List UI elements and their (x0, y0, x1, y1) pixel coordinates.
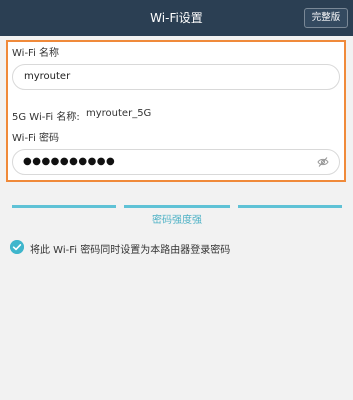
wifi-name-field[interactable]: myrouter (12, 64, 340, 90)
wifi5g-label: 5G Wi-Fi 名称: (12, 112, 80, 123)
password-strength-label: 密码强度强 (152, 215, 202, 226)
wifi-password-value: ●●●●●●●●●● (23, 156, 116, 167)
wifi-settings-form: Wi-Fi 名称 myrouter 5G Wi-Fi 名称: myrouter_… (6, 40, 346, 182)
strength-segment-3 (238, 205, 342, 208)
strength-segment-2 (124, 205, 230, 208)
wifi-password-field[interactable]: ●●●●●●●●●● (12, 149, 340, 175)
top-bar: Wi-Fi设置 完整版 (0, 0, 353, 36)
strength-segment-1 (12, 205, 116, 208)
page-title: Wi-Fi设置 (150, 11, 203, 25)
sync-login-password-label[interactable]: 将此 Wi-Fi 密码同时设置为本路由器登录密码 (30, 241, 230, 256)
password-strength-meter: 密码强度强 (12, 205, 342, 226)
wifi5g-value: myrouter_5G (86, 108, 152, 119)
wifi-name-label: Wi-Fi 名称 (12, 48, 60, 59)
full-version-button[interactable]: 完整版 (304, 8, 348, 28)
check-circle-icon[interactable] (10, 240, 24, 254)
wifi-name-value: myrouter (24, 71, 71, 82)
eye-slash-icon[interactable] (317, 156, 329, 168)
wifi-password-label: Wi-Fi 密码 (12, 133, 60, 144)
